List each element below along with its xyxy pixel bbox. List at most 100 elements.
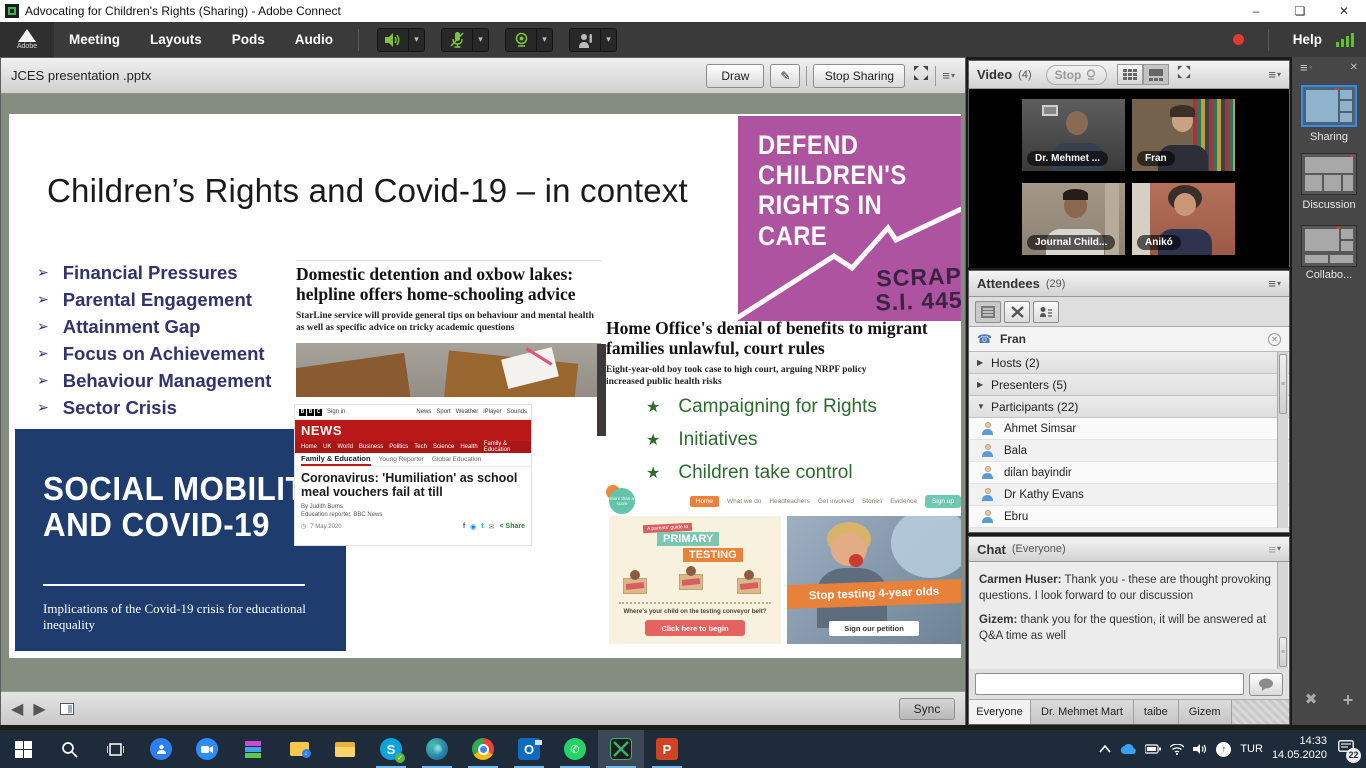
bbc-nav-item[interactable]: Weather [456, 409, 479, 415]
help-menu[interactable]: Help [1293, 32, 1322, 47]
bbc-tab-active[interactable]: Family & Education [301, 454, 371, 466]
pod-options-wrench-icon[interactable]: ✖ [1305, 690, 1318, 711]
video-tile[interactable]: Anikó [1132, 183, 1235, 255]
bbc-nav-item[interactable]: Sounds [507, 409, 527, 415]
mtas-nav-item[interactable]: Get involved [818, 498, 854, 505]
bbc-subnav-item[interactable]: Politics [389, 444, 408, 450]
attendees-scrollbar[interactable]: ≡ [1277, 352, 1288, 528]
stop-sharing-button[interactable]: Stop Sharing [813, 64, 905, 88]
bbc-nav-item[interactable]: News [416, 409, 431, 415]
bbc-subnav-item[interactable]: Home [301, 444, 317, 450]
mtas-nav-item[interactable]: Headteachers [769, 498, 809, 505]
sidebar-panel-icon[interactable] [60, 703, 74, 715]
bbc-subnav-item[interactable]: World [337, 444, 353, 450]
cloud-sync-icon[interactable]: ↑ [1216, 742, 1231, 757]
taskbar-chrome-icon[interactable] [460, 730, 506, 768]
bbc-signin[interactable]: Sign in [327, 409, 345, 415]
bbc-subnav-item[interactable]: Business [359, 444, 383, 450]
rail-menu-button[interactable]: ≡▾ [1300, 61, 1313, 74]
stop-webcam-button[interactable]: Stop [1046, 65, 1108, 85]
participant-row[interactable]: Ebru [969, 506, 1289, 528]
video-tile[interactable]: Dr. Mehmet ... [1022, 99, 1125, 171]
battery-icon[interactable] [1145, 744, 1161, 754]
chat-message-input[interactable] [975, 673, 1244, 695]
group-presenters[interactable]: ▶Presenters (5) [969, 374, 1289, 396]
chat-scrollbar[interactable]: ≡ [1277, 562, 1288, 669]
add-layout-icon[interactable]: + [1343, 690, 1354, 711]
bbc-subnav-item[interactable]: Tech [414, 444, 427, 450]
rail-close-icon[interactable]: ✕ [1350, 62, 1358, 73]
webcam-button[interactable] [505, 28, 537, 52]
fullscreen-button[interactable] [913, 65, 929, 86]
video-pod-menu-button[interactable]: ≡▾ [1268, 68, 1281, 81]
speaker-menu-caret[interactable]: ▾ [409, 28, 425, 52]
group-hosts[interactable]: ▶Hosts (2) [969, 352, 1289, 374]
webcam-menu-caret[interactable]: ▾ [537, 28, 553, 52]
bbc-subnav-item[interactable]: UK [323, 444, 331, 450]
search-button[interactable] [46, 730, 92, 768]
attendees-pod-menu-button[interactable]: ≡▾ [1268, 277, 1281, 290]
chat-tab[interactable]: taibe [1134, 700, 1179, 724]
task-view-button[interactable] [92, 730, 138, 768]
facebook-icon[interactable]: f [463, 523, 465, 530]
taskbar-whatsapp-icon[interactable]: ✆ [552, 730, 598, 768]
pencil-tool-button[interactable]: ✎ [770, 64, 800, 88]
mtas-signup-button[interactable]: Sign up [925, 495, 961, 508]
menu-audio[interactable]: Audio [280, 32, 348, 47]
taskbar-clock[interactable]: 14:33 14.05.2020 [1272, 735, 1327, 763]
raise-hand-menu-caret[interactable]: ▾ [601, 28, 617, 52]
taskbar-zoom-icon[interactable] [184, 730, 230, 768]
minimize-button[interactable]: – [1234, 0, 1278, 22]
taskbar-file-explorer-icon[interactable] [322, 730, 368, 768]
taskbar-winrar-icon[interactable] [230, 730, 276, 768]
wifi-icon[interactable] [1170, 744, 1184, 755]
bbc-subnav-item[interactable]: Family & Education [484, 441, 525, 453]
share-link[interactable]: < Share [499, 523, 525, 530]
scrollbar-thumb[interactable]: ≡ [1279, 637, 1287, 667]
onedrive-cloud-icon[interactable] [1120, 744, 1136, 755]
next-slide-button[interactable]: ▶ [33, 699, 45, 719]
chat-tab[interactable]: Gizem [1179, 700, 1232, 724]
taskbar-adobe-connect-icon[interactable] [598, 730, 644, 768]
email-icon[interactable]: ✉ [489, 523, 495, 531]
language-indicator[interactable]: TUR [1240, 743, 1263, 755]
previous-slide-button[interactable]: ◀ [11, 699, 23, 719]
raise-hand-button[interactable] [569, 28, 601, 52]
layout-thumb-discussion[interactable] [1301, 153, 1357, 195]
chat-tab[interactable]: Dr. Mehmet Mart [1031, 700, 1134, 724]
scrollbar-thumb[interactable]: ≡ [1279, 354, 1287, 414]
video-tile[interactable]: Journal Child... [1022, 183, 1125, 255]
volume-icon[interactable] [1193, 743, 1207, 755]
menu-meeting[interactable]: Meeting [54, 32, 135, 47]
layout-thumb-collaboration[interactable] [1301, 225, 1357, 267]
taskbar-app-icon[interactable] [138, 730, 184, 768]
attendee-view-button[interactable] [1033, 301, 1059, 323]
connection-status-icon[interactable] [1336, 33, 1354, 47]
mtas-nav-item[interactable]: What we do [727, 498, 761, 505]
video-tile[interactable]: Fran [1132, 99, 1235, 171]
bbc-nav-item[interactable]: Sport [436, 409, 450, 415]
bbc-nav-item[interactable]: iPlayer [483, 409, 501, 415]
restore-button[interactable]: ❏ [1278, 0, 1322, 22]
attendee-status-view-button[interactable] [975, 301, 1001, 323]
close-button[interactable]: ✕ [1322, 0, 1366, 22]
chat-pod-menu-button[interactable]: ≡▾ [1268, 543, 1281, 556]
taskbar-edge-icon[interactable] [414, 730, 460, 768]
group-participants[interactable]: ▼Participants (22) [969, 396, 1289, 418]
share-pod-menu-button[interactable]: ≡▾ [942, 69, 955, 82]
taskbar-outlook-icon[interactable]: O [506, 730, 552, 768]
taskbar-downloads-folder-icon[interactable]: ↓ [276, 730, 322, 768]
microphone-muted-button[interactable] [441, 28, 473, 52]
grid-view-button[interactable] [1117, 64, 1143, 85]
taskbar-powerpoint-icon[interactable]: P [644, 730, 690, 768]
speaker-button[interactable] [377, 28, 409, 52]
participant-row[interactable]: Dr Kathy Evans [969, 484, 1289, 506]
mtas-nav-home[interactable]: Home [690, 496, 719, 507]
tray-chevron-up-icon[interactable] [1099, 745, 1111, 753]
start-button[interactable] [0, 730, 46, 768]
menu-pods[interactable]: Pods [217, 32, 280, 47]
participant-row[interactable]: Ahmet Simsar [969, 418, 1289, 440]
sync-button[interactable]: Sync [899, 698, 955, 720]
messenger-icon[interactable]: ◉ [470, 523, 476, 531]
filmstrip-view-button[interactable] [1143, 64, 1169, 85]
